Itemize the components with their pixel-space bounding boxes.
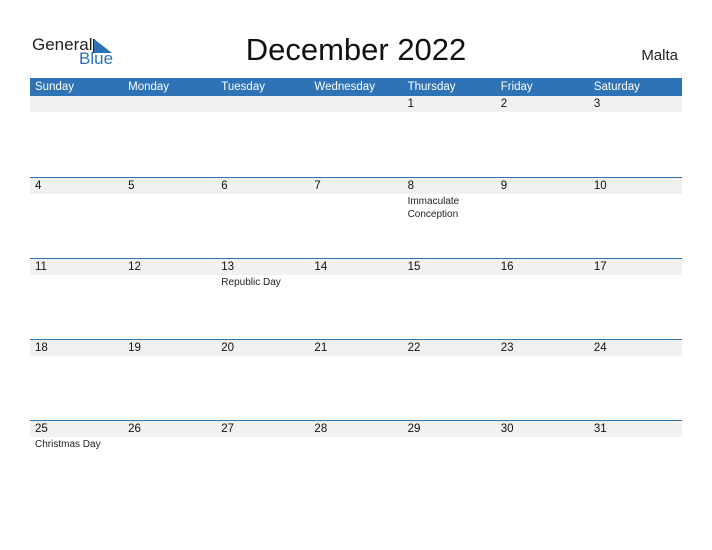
day-number: 19 xyxy=(128,342,141,354)
holiday-label xyxy=(216,194,309,221)
holiday-label xyxy=(30,194,123,221)
holiday-label xyxy=(216,356,309,357)
holiday-label xyxy=(309,112,402,113)
day-number: 18 xyxy=(35,342,48,354)
holiday-label xyxy=(30,356,123,357)
events-row xyxy=(30,356,682,357)
day-number: 22 xyxy=(407,342,421,354)
day-number: 28 xyxy=(314,423,328,435)
events-row: Christmas Day xyxy=(30,437,682,451)
day-number: 4 xyxy=(35,180,42,192)
holiday-label: Christmas Day xyxy=(35,439,101,450)
holiday-label xyxy=(403,356,496,357)
holiday-label xyxy=(30,275,123,289)
holiday-label xyxy=(30,112,123,113)
day-number: 17 xyxy=(593,261,607,273)
week-row: 11 12 13 14 15 16 17 Republic Day xyxy=(30,258,682,339)
holiday-label xyxy=(309,275,402,289)
day-number: 5 xyxy=(128,180,135,192)
date-strip: 1 2 3 xyxy=(30,96,682,112)
weeks: 1 2 3 4 5 6 7 8 9 10 Immaculate Conception 11 12 13 14 1… xyxy=(30,96,682,501)
events-row: Immaculate Conception xyxy=(30,194,682,221)
day-number: 1 xyxy=(407,98,414,110)
day-number: 13 xyxy=(221,261,235,273)
holiday-label: Republic Day xyxy=(221,277,281,288)
weekday-tuesday: Tuesday xyxy=(221,81,265,93)
holiday-label xyxy=(496,437,589,451)
day-number: 11 xyxy=(35,261,47,273)
day-number xyxy=(309,96,402,112)
holiday-label xyxy=(589,437,682,451)
date-strip: 25 26 27 28 29 30 31 xyxy=(30,421,682,437)
country-label: Malta xyxy=(641,47,678,64)
day-number: 15 xyxy=(407,261,421,273)
day-number xyxy=(123,96,216,112)
date-strip: 11 12 13 14 15 16 17 xyxy=(30,259,682,275)
holiday-label xyxy=(216,437,309,451)
holiday-label xyxy=(589,275,682,289)
day-number: 12 xyxy=(128,261,141,273)
date-strip: 18 19 20 21 22 23 24 xyxy=(30,340,682,356)
holiday-label xyxy=(496,275,589,289)
day-number: 2 xyxy=(500,98,508,110)
holiday-label xyxy=(403,112,496,113)
holiday-label xyxy=(589,112,682,113)
page-title: December 2022 xyxy=(245,32,467,67)
day-number: 27 xyxy=(221,423,235,435)
day-number: 6 xyxy=(221,180,228,192)
holiday-label xyxy=(216,112,309,113)
holiday-label xyxy=(309,194,402,221)
date-strip: 4 5 6 7 8 9 10 xyxy=(30,178,682,194)
holiday-label xyxy=(589,194,682,221)
day-number: 24 xyxy=(593,342,607,354)
day-number: 9 xyxy=(500,180,508,192)
day-number: 20 xyxy=(221,342,235,354)
holiday-label xyxy=(496,194,589,221)
week-row: 25 26 27 28 29 30 31 Christmas Day xyxy=(30,420,682,501)
day-number: 23 xyxy=(500,342,514,354)
weekday-saturday: Saturday xyxy=(593,81,640,93)
holiday-label xyxy=(123,437,216,451)
day-number: 31 xyxy=(593,423,607,435)
holiday-label xyxy=(403,275,496,289)
day-number: 30 xyxy=(500,423,514,435)
day-number: 16 xyxy=(500,261,514,273)
holiday-label xyxy=(496,356,589,357)
day-number xyxy=(216,96,309,112)
day-number: 26 xyxy=(128,423,141,435)
day-number: 21 xyxy=(314,342,328,354)
day-number xyxy=(30,96,123,112)
day-number: 7 xyxy=(314,180,321,192)
holiday-label xyxy=(589,356,682,357)
holiday-label xyxy=(496,112,589,113)
week-row: 4 5 6 7 8 9 10 Immaculate Conception xyxy=(30,177,682,258)
day-number: 3 xyxy=(593,98,601,110)
holiday-label xyxy=(123,356,216,357)
holiday-label xyxy=(123,275,216,289)
weekday-sunday: Sunday xyxy=(35,81,75,93)
holiday-label xyxy=(309,356,402,357)
weekday-header: Sunday Monday Tuesday Wednesday Thursday… xyxy=(30,78,682,96)
day-number: 25 xyxy=(35,423,48,435)
week-row: 18 19 20 21 22 23 24 xyxy=(30,339,682,420)
week-row: 1 2 3 xyxy=(30,96,682,177)
calendar: Sunday Monday Tuesday Wednesday Thursday… xyxy=(30,78,682,501)
day-number: 10 xyxy=(593,180,607,192)
events-row: Republic Day xyxy=(30,275,682,289)
holiday-label xyxy=(123,112,216,113)
weekday-wednesday: Wednesday xyxy=(314,81,375,93)
weekday-monday: Monday xyxy=(128,81,170,93)
holiday-label xyxy=(309,437,402,451)
day-number: 29 xyxy=(407,423,421,435)
holiday-label xyxy=(123,194,216,221)
holiday-label: Immaculate Conception xyxy=(407,196,460,220)
weekday-friday: Friday xyxy=(500,81,533,93)
day-number: 14 xyxy=(314,261,328,273)
weekday-thursday: Thursday xyxy=(407,81,456,93)
events-row xyxy=(30,112,682,113)
day-number: 8 xyxy=(407,180,414,192)
holiday-label xyxy=(403,437,496,451)
